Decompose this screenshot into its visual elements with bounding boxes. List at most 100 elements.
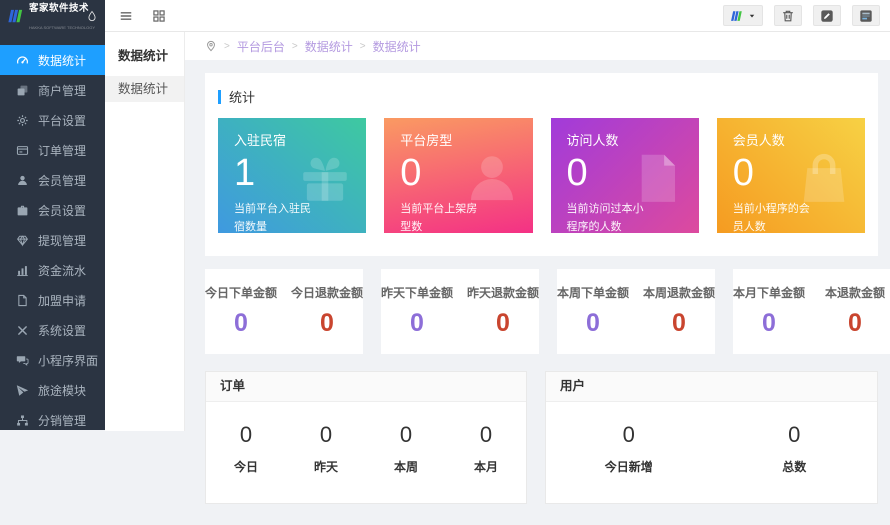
title-accent-bar xyxy=(218,90,221,104)
amount-box-week: 本周下单金额 0 本周退款金额 0 xyxy=(557,269,715,354)
sidebar-item-withdrawals[interactable]: 提现管理 xyxy=(0,225,105,255)
edit-button[interactable] xyxy=(813,5,841,26)
card-title: 会员人数 xyxy=(733,130,849,149)
users-col-total: 0 总数 xyxy=(712,422,878,475)
shopping-bag-icon xyxy=(795,149,853,207)
amount-value: 0 xyxy=(557,309,629,338)
bottom-panels: 订单 0 今日 0 昨天 0 本周 0 xyxy=(205,371,878,504)
gear-icon xyxy=(16,114,29,127)
amount-box-yesterday: 昨天下单金额 0 昨天退款金额 0 xyxy=(381,269,539,354)
brand: 客家软件技术 HAKKA SOFTWARE TECHNOLOGY xyxy=(0,0,105,32)
document-icon xyxy=(629,149,687,207)
sidebar-item-label: 提现管理 xyxy=(38,232,86,249)
clear-cache-button[interactable] xyxy=(774,5,802,26)
amount-label: 今日退款金额 xyxy=(291,284,363,301)
trash-icon xyxy=(781,9,795,23)
sidebar-item-label: 加盟申请 xyxy=(38,292,86,309)
sidebar-item-label: 会员管理 xyxy=(38,172,86,189)
submenu-item-data-stats[interactable]: 数据统计 xyxy=(105,76,184,102)
amount-value: 0 xyxy=(381,309,453,338)
breadcrumb-item-stats-2[interactable]: 数据统计 xyxy=(373,38,421,55)
logo-icon xyxy=(730,9,744,23)
sidebar-item-label: 分销管理 xyxy=(38,412,86,429)
breadcrumb-separator: > xyxy=(224,41,230,52)
gift-icon xyxy=(296,149,354,207)
briefcase-icon xyxy=(16,204,29,217)
sidebar-item-merchants[interactable]: 商户管理 xyxy=(0,75,105,105)
file-icon xyxy=(16,294,29,307)
sidebar-item-label: 数据统计 xyxy=(38,52,86,69)
sidebar-item-label: 系统设置 xyxy=(38,322,86,339)
users-col-new-today: 0 今日新增 xyxy=(546,422,712,475)
sidebar-item-label: 资金流水 xyxy=(38,262,86,279)
sidebar-item-label: 会员设置 xyxy=(38,202,86,219)
sidebar-item-funds-flow[interactable]: 资金流水 xyxy=(0,255,105,285)
sidebar-item-platform-settings[interactable]: 平台设置 xyxy=(0,105,105,135)
sidebar-item-data-stats[interactable]: 数据统计 xyxy=(0,45,105,75)
amount-label: 本周退款金额 xyxy=(643,284,715,301)
amount-label: 本退款金额 xyxy=(819,284,890,301)
edit-icon xyxy=(820,9,834,23)
theme-logo-button[interactable] xyxy=(723,5,763,26)
breadcrumb: > 平台后台 > 数据统计 > 数据统计 xyxy=(185,32,890,60)
sidebar-item-label: 旅途模块 xyxy=(38,382,86,399)
merchants-icon xyxy=(16,84,29,97)
bar-chart-icon xyxy=(16,264,29,277)
sidebar-item-journey-module[interactable]: 旅途模块 xyxy=(0,375,105,405)
amount-box-month: 本月下单金额 0 本退款金额 0 xyxy=(733,269,890,354)
gem-icon xyxy=(16,234,29,247)
sidebar-nav: 数据统计 商户管理 平台设置 订单管理 会员管理 会员设置 xyxy=(0,32,105,430)
primary-sidebar: 客家软件技术 HAKKA SOFTWARE TECHNOLOGY 数据统计 商户… xyxy=(0,0,105,430)
topbar-actions xyxy=(723,5,890,26)
stats-section: 统计 入驻民宿 1 当前平台入驻民宿数量 平台房型 0 当前平台上架房型数 访问… xyxy=(205,73,878,256)
amount-value: 0 xyxy=(643,309,715,338)
amount-value: 0 xyxy=(733,309,805,338)
brand-subtitle: HAKKA SOFTWARE TECHNOLOGY xyxy=(29,25,95,30)
amount-label: 本月下单金额 xyxy=(733,284,805,301)
sidebar-item-orders[interactable]: 订单管理 xyxy=(0,135,105,165)
breadcrumb-item-stats[interactable]: 数据统计 xyxy=(305,38,353,55)
sidebar-item-member-settings[interactable]: 会员设置 xyxy=(0,195,105,225)
card-title: 平台房型 xyxy=(400,130,516,149)
sidebar-item-label: 订单管理 xyxy=(38,142,86,159)
stat-cards: 入驻民宿 1 当前平台入驻民宿数量 平台房型 0 当前平台上架房型数 访问人数 … xyxy=(218,118,865,233)
card-member-count: 会员人数 0 当前小程序的会员人数 xyxy=(717,118,865,233)
grid-icon[interactable] xyxy=(152,9,166,23)
sidebar-item-members[interactable]: 会员管理 xyxy=(0,165,105,195)
orders-col-week: 0 本周 xyxy=(366,422,446,475)
orders-col-yesterday: 0 昨天 xyxy=(286,422,366,475)
sidebar-item-franchise[interactable]: 加盟申请 xyxy=(0,285,105,315)
orders-panel-title: 订单 xyxy=(206,372,526,402)
sidebar-item-system-settings[interactable]: 系统设置 xyxy=(0,315,105,345)
orders-panel: 订单 0 今日 0 昨天 0 本周 0 xyxy=(205,371,527,504)
amount-label: 今日下单金额 xyxy=(205,284,277,301)
orders-col-today: 0 今日 xyxy=(206,422,286,475)
server-list-icon xyxy=(859,9,873,23)
breadcrumb-separator: > xyxy=(292,41,298,52)
brand-title: 客家软件技术 xyxy=(29,3,89,14)
amount-label: 昨天下单金额 xyxy=(381,284,453,301)
amount-box-today: 今日下单金额 0 今日退款金额 0 xyxy=(205,269,363,354)
breadcrumb-separator: > xyxy=(360,41,366,52)
user-icon xyxy=(16,174,29,187)
submenu-title: 数据统计 xyxy=(105,32,184,64)
secondary-sidebar: 数据统计 数据统计 xyxy=(105,32,185,431)
amount-value: 0 xyxy=(291,309,363,338)
hamburger-icon[interactable] xyxy=(119,9,133,23)
order-card-icon xyxy=(16,144,29,157)
admin-dashboard: 客家软件技术 HAKKA SOFTWARE TECHNOLOGY 数据统计 商户… xyxy=(0,0,890,525)
dashboard-icon xyxy=(16,54,29,67)
topbar xyxy=(105,0,890,32)
amount-value: 0 xyxy=(467,309,539,338)
amount-label: 昨天退款金额 xyxy=(467,284,539,301)
layout-list-button[interactable] xyxy=(852,5,880,26)
card-homestays: 入驻民宿 1 当前平台入驻民宿数量 xyxy=(218,118,366,233)
sitemap-icon xyxy=(16,414,29,427)
sidebar-item-label: 商户管理 xyxy=(38,82,86,99)
location-pin-icon xyxy=(205,40,217,52)
sidebar-item-miniprogram-ui[interactable]: 小程序界面 xyxy=(0,345,105,375)
sidebar-item-distribution[interactable]: 分销管理 xyxy=(0,405,105,430)
card-room-types: 平台房型 0 当前平台上架房型数 xyxy=(384,118,532,233)
breadcrumb-item-platform[interactable]: 平台后台 xyxy=(237,38,285,55)
main-content: 统计 入驻民宿 1 当前平台入驻民宿数量 平台房型 0 当前平台上架房型数 访问… xyxy=(185,60,890,525)
